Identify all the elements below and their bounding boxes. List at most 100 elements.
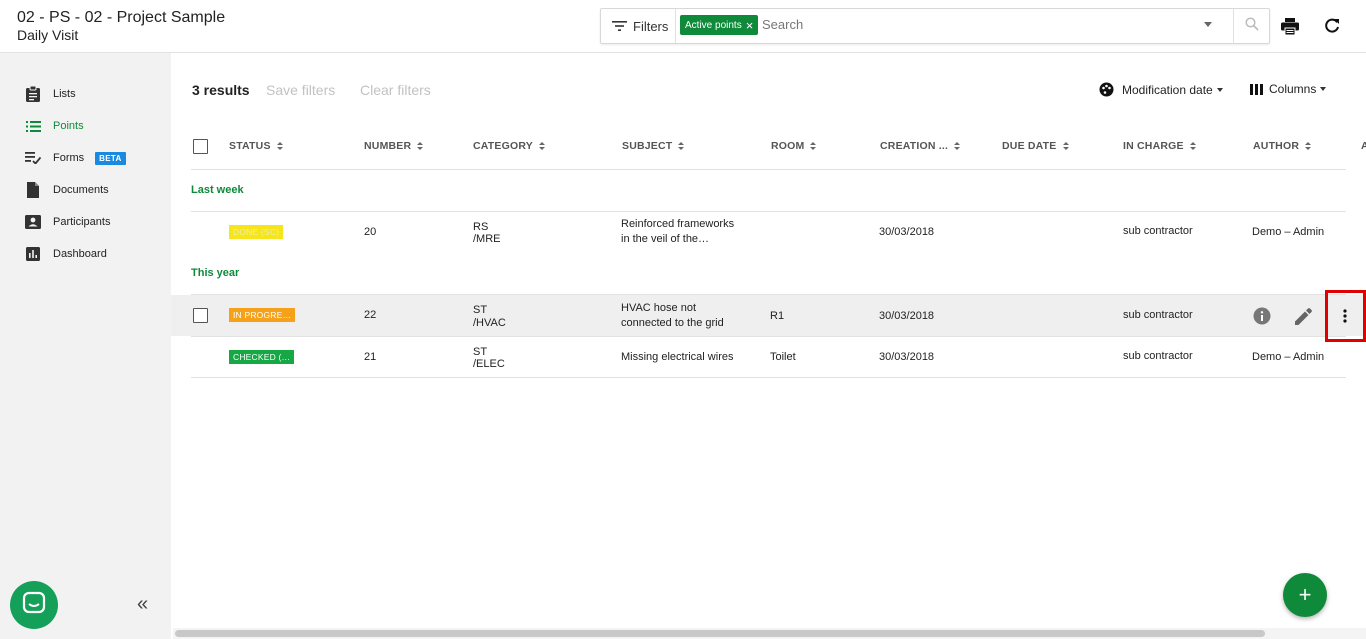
sidebar-item-lists[interactable]: Lists [0, 82, 171, 106]
subject-line-2: in the veil of the… [621, 233, 710, 245]
col-subject[interactable]: SUBJECT [622, 140, 685, 152]
sort-icon [1305, 142, 1312, 150]
sort-icon [1189, 142, 1196, 150]
chevron-down-icon [1320, 87, 1327, 91]
sort-icon [678, 142, 685, 150]
sort-icon [954, 142, 961, 150]
author: Demo – Admin [1252, 351, 1325, 363]
filters-button[interactable]: Filters [601, 9, 676, 43]
creation-date: 30/03/2018 [879, 226, 935, 238]
sidebar-item-label: Dashboard [53, 248, 107, 260]
in-charge: sub contractor [1123, 309, 1193, 321]
room: R1 [770, 310, 785, 322]
add-point-button[interactable]: + [1283, 573, 1327, 617]
creation-date: 30/03/2018 [879, 310, 935, 322]
status-badge: IN PROGRE… [229, 308, 296, 322]
beta-badge: BETA [95, 151, 126, 165]
col-number[interactable]: NUMBER [364, 140, 424, 152]
top-header: 02 - PS - 02 - Project Sample Daily Visi… [0, 0, 1366, 53]
group-label-this-year: This year [191, 267, 240, 279]
subject-line-2: connected to the grid [621, 317, 724, 329]
table-row[interactable]: DONE (SC) 20 RS /MRE Reinforced framewor… [171, 212, 1366, 252]
contact-icon [25, 214, 41, 230]
col-creation[interactable]: CREATION ... [880, 140, 961, 152]
col-extra[interactable]: A [1361, 140, 1366, 152]
divider [191, 169, 1346, 170]
close-icon[interactable]: × [746, 19, 754, 32]
chevron-down-icon[interactable] [1204, 22, 1212, 27]
group-label-last-week: Last week [191, 184, 244, 196]
search-icon [1245, 16, 1259, 36]
chip-label: Active points [685, 19, 742, 31]
sidebar-item-dashboard[interactable]: Dashboard [0, 242, 171, 266]
category-line-2: /HVAC [473, 317, 506, 329]
clipboard-icon [25, 86, 41, 102]
sort-label: Modification date [1122, 82, 1213, 97]
in-charge: sub contractor [1123, 225, 1193, 237]
sidebar-item-label: Points [53, 120, 84, 132]
highlight-box [1325, 290, 1366, 342]
sort-icon [538, 142, 545, 150]
save-filters-button[interactable]: Save filters [266, 82, 335, 98]
creation-date: 30/03/2018 [879, 351, 935, 363]
col-status[interactable]: STATUS [229, 140, 283, 152]
clear-filters-button[interactable]: Clear filters [360, 82, 431, 98]
sidebar-item-label: Participants [53, 216, 111, 228]
table-row[interactable]: IN PROGRE… 22 ST /HVAC HVAC hose not con… [171, 295, 1366, 336]
col-room[interactable]: ROOM [771, 140, 817, 152]
col-category[interactable]: CATEGORY [473, 140, 545, 152]
list-icon [25, 118, 41, 134]
sidebar-item-participants[interactable]: Participants [0, 210, 171, 234]
active-points-chip[interactable]: Active points × [680, 15, 759, 35]
sidebar-item-documents[interactable]: Documents [0, 178, 171, 202]
sidebar: Lists Points Forms BETA Documents Partic… [0, 53, 171, 639]
sidebar-item-points[interactable]: Points [0, 114, 171, 138]
checklist-icon [25, 150, 41, 166]
col-due-date[interactable]: DUE DATE [1002, 140, 1069, 152]
point-number: 20 [364, 226, 377, 238]
filter-icon [612, 20, 627, 32]
point-number: 22 [364, 309, 377, 321]
col-in-charge[interactable]: IN CHARGE [1123, 140, 1196, 152]
columns-dropdown[interactable]: Columns [1250, 82, 1327, 96]
sort-icon [810, 142, 817, 150]
chat-button[interactable] [10, 581, 58, 629]
sort-icon [276, 142, 283, 150]
status-badge: DONE (SC) [229, 225, 284, 239]
main-content: 3 results Save filters Clear filters Mod… [171, 53, 1366, 639]
columns-label: Columns [1269, 82, 1317, 96]
table-row[interactable]: CHECKED (… 21 ST /ELEC Missing electrica… [171, 337, 1366, 377]
palette-icon [1099, 82, 1114, 97]
refresh-icon[interactable] [1322, 16, 1342, 36]
chevron-down-icon [1216, 87, 1223, 92]
project-title: 02 - PS - 02 - Project Sample [17, 9, 226, 26]
search-button[interactable] [1233, 9, 1270, 43]
filters-label: Filters [633, 18, 669, 34]
chart-icon [25, 246, 41, 262]
search-input[interactable] [762, 17, 1192, 32]
horizontal-scrollbar[interactable] [173, 628, 1366, 639]
sidebar-item-forms[interactable]: Forms BETA [0, 146, 171, 170]
print-icon[interactable] [1280, 16, 1300, 36]
status-badge: CHECKED (… [229, 350, 295, 364]
sort-icon [1062, 142, 1069, 150]
category-line-2: /ELEC [473, 358, 505, 370]
info-icon[interactable] [1252, 306, 1272, 326]
col-author[interactable]: AUTHOR [1253, 140, 1312, 152]
sort-icon [417, 142, 424, 150]
sidebar-item-label: Lists [53, 88, 76, 100]
row-checkbox[interactable] [193, 308, 208, 323]
subject-line-1: HVAC hose not [621, 302, 697, 314]
select-all-checkbox[interactable] [193, 139, 208, 154]
results-count: 3 results [192, 82, 250, 98]
category-line-2: /MRE [473, 233, 501, 245]
sidebar-item-label: Forms [53, 152, 85, 164]
room: Toilet [770, 351, 796, 363]
scrollbar-thumb[interactable] [175, 630, 1265, 637]
subject-line-1: Reinforced frameworks [621, 218, 735, 230]
edit-icon[interactable] [1293, 306, 1313, 326]
subject-line-1: Missing electrical wires [621, 351, 734, 363]
sort-dropdown[interactable]: Modification date [1099, 82, 1223, 97]
in-charge: sub contractor [1123, 350, 1193, 362]
collapse-sidebar-icon[interactable]: « [137, 593, 148, 616]
